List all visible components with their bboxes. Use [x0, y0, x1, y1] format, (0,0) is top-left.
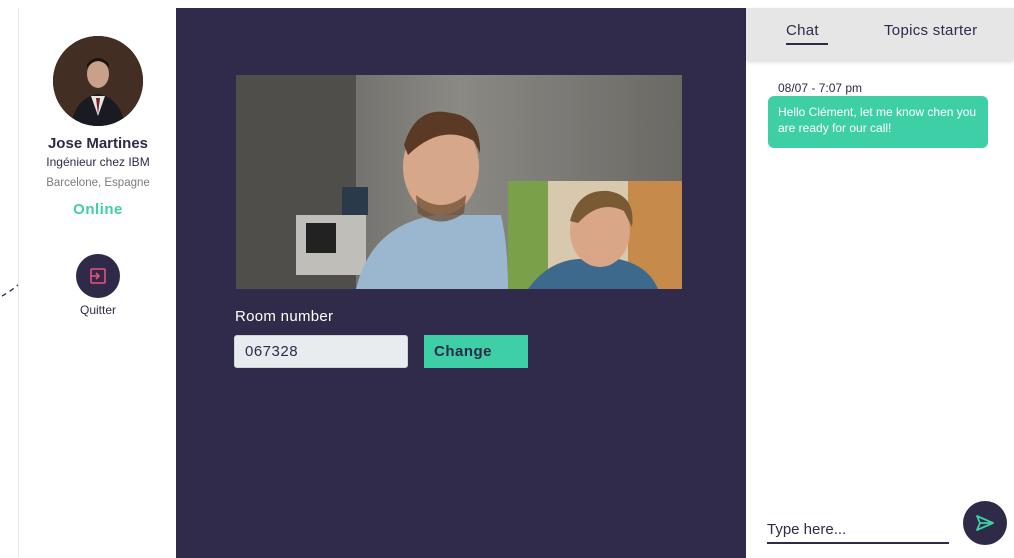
tab-topics-starter[interactable]: Topics starter — [884, 22, 977, 39]
pip-video-feed — [508, 181, 682, 289]
tab-chat[interactable]: Chat — [786, 22, 819, 39]
quit-button[interactable] — [76, 254, 120, 298]
status-label: Online — [73, 201, 123, 218]
message-bubble: Hello Clément, let me know chen you are … — [768, 96, 988, 148]
room-number-input[interactable] — [234, 335, 408, 368]
message-input[interactable] — [767, 516, 949, 544]
video-call-area: Room number Change — [176, 8, 746, 558]
profile-location: Barcelone, Espagne — [46, 177, 150, 189]
person-portrait-image — [53, 36, 143, 126]
chat-panel: Chat Topics starter 08/07 - 7:07 pm Hell… — [746, 8, 1014, 558]
exit-icon — [90, 268, 106, 284]
profile-job: Ingénieur chez IBM — [46, 155, 150, 169]
avatar — [53, 36, 143, 126]
room-number-label: Room number — [235, 308, 334, 325]
message-timestamp: 08/07 - 7:07 pm — [778, 81, 863, 95]
active-tab-indicator — [786, 43, 828, 45]
profile-sidebar: Jose Martines Ingénieur chez IBM Barcelo… — [18, 8, 176, 558]
send-icon — [976, 515, 994, 531]
pip-video-image — [508, 181, 682, 289]
main-video-feed — [236, 75, 682, 289]
send-button[interactable] — [963, 501, 1007, 545]
change-room-button[interactable]: Change — [424, 335, 528, 368]
profile-name: Jose Martines — [47, 135, 149, 152]
chat-tabs-header: Chat Topics starter — [746, 8, 1014, 60]
quit-label: Quitter — [79, 303, 116, 317]
